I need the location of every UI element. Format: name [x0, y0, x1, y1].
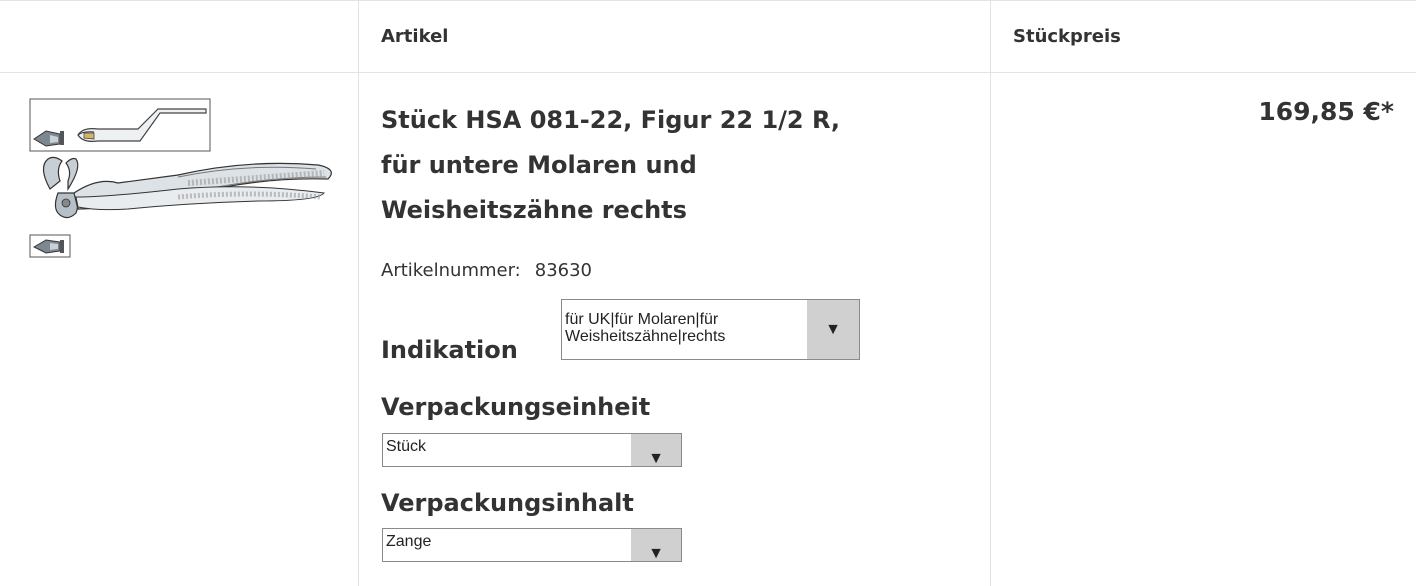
- unit-price: 169,85 €*: [1258, 97, 1394, 126]
- forceps-main-icon: [42, 156, 332, 219]
- packaging-unit-select-value: Stück: [386, 438, 427, 455]
- product-title-line: Weisheitszähne rechts: [381, 196, 687, 224]
- triangle-down-icon[interactable]: ▼: [807, 300, 859, 359]
- indication-label: Indikation: [381, 336, 518, 364]
- sku-label: Artikelnummer:: [381, 260, 521, 281]
- sku-row: Artikelnummer: 83630: [381, 260, 592, 281]
- product-title-line: Stück HSA 081-22, Figur 22 1/2 R,: [381, 106, 841, 134]
- column-divider-1: [358, 0, 359, 586]
- column-header-article: Artikel: [381, 25, 449, 47]
- sku-value: 83630: [534, 260, 593, 281]
- packaging-content-select-value: Zange: [386, 533, 432, 550]
- packaging-unit-label: Verpackungseinheit: [381, 393, 651, 421]
- packaging-unit-select[interactable]: Stück ▼: [382, 433, 682, 467]
- indication-select-value: für UK|für Molaren|für Weisheitszähne|re…: [565, 311, 725, 345]
- dental-extraction-forceps-image[interactable]: [28, 97, 338, 259]
- triangle-down-icon[interactable]: ▼: [631, 529, 681, 562]
- triangle-down-icon[interactable]: ▼: [631, 434, 681, 467]
- product-title[interactable]: Stück HSA 081-22, Figur 22 1/2 R, für un…: [381, 98, 941, 233]
- column-divider-2: [990, 0, 991, 586]
- table-border-top: [0, 0, 1416, 1]
- product-title-line: für untere Molaren und: [381, 151, 697, 179]
- header-divider: [0, 72, 1416, 73]
- indication-value-line: für UK|für Molaren|für: [565, 311, 719, 328]
- indication-value-line: Weisheitszähne|rechts: [565, 328, 726, 345]
- indication-select[interactable]: für UK|für Molaren|für Weisheitszähne|re…: [561, 299, 860, 360]
- cart-table: Artikel Stückpreis Stück HSA 081-22, Fig…: [0, 0, 1416, 586]
- column-header-unit-price: Stückpreis: [1013, 25, 1121, 47]
- packaging-content-label: Verpackungsinhalt: [381, 489, 634, 517]
- packaging-content-select[interactable]: Zange ▼: [382, 528, 682, 562]
